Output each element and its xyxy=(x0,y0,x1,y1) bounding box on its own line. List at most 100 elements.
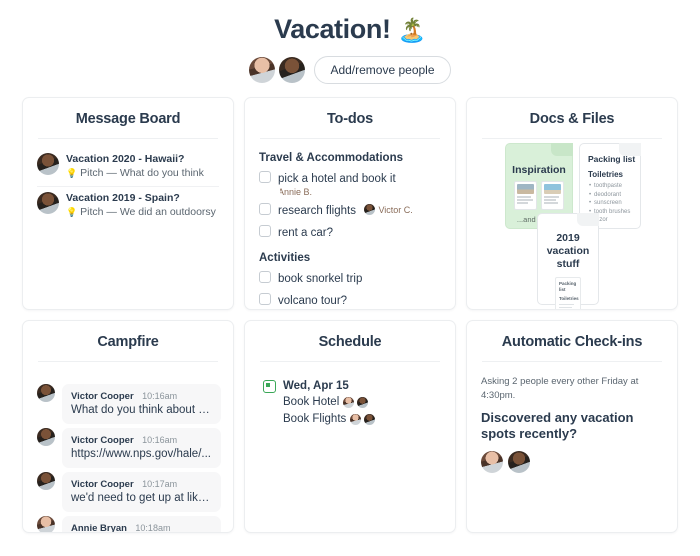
avatar xyxy=(364,204,376,216)
todo-assignee-name: Victor C. xyxy=(378,204,413,215)
list-item[interactable]: Annie Bryan 10:18am 😱 xyxy=(37,516,221,533)
todo-label: rent a car? xyxy=(278,227,333,239)
todo-item[interactable]: volcano tour? xyxy=(259,289,441,309)
schedule-day: Wed, Apr 15 Book Hotel Book Flights xyxy=(259,371,441,428)
list-item[interactable]: Victor Cooper 10:17am we'd need to get u… xyxy=(37,472,221,512)
lightbulb-icon: 💡 xyxy=(66,168,78,178)
header-actions: Add/remove people xyxy=(0,56,700,84)
card-automatic-check-ins[interactable]: Automatic Check-ins Asking 2 people ever… xyxy=(466,320,678,533)
avatar[interactable] xyxy=(249,57,276,83)
message-bubble: Victor Cooper 10:17am we'd need to get u… xyxy=(62,472,221,512)
card-schedule[interactable]: Schedule Wed, Apr 15 Book Hotel Book Fli… xyxy=(244,320,456,533)
lightbulb-icon: 💡 xyxy=(66,207,78,217)
folder-name: 2019 vacation stuff xyxy=(546,232,590,270)
check-ins-avatars xyxy=(481,451,663,473)
card-message-board[interactable]: Message Board Vacation 2020 - Hawaii? 💡 … xyxy=(22,97,234,310)
list-item: razor xyxy=(589,216,640,225)
schedule-date: Wed, Apr 15 xyxy=(283,380,349,392)
message-author: Victor Cooper xyxy=(71,391,134,402)
card-campfire[interactable]: Campfire Victor Cooper 10:16am What do y… xyxy=(22,320,234,533)
avatar xyxy=(508,451,530,473)
card-title: Schedule xyxy=(318,334,382,350)
todo-item[interactable]: rent a car? xyxy=(259,221,441,243)
message-time: 10:16am xyxy=(142,435,178,445)
message-author: Victor Cooper xyxy=(71,479,134,490)
schedule-body: Wed, Apr 15 Book Hotel Book Flights xyxy=(245,362,455,428)
message-text: we'd need to get up at like ... xyxy=(71,492,212,504)
card-title: Automatic Check-ins xyxy=(501,334,643,350)
page-title-text: Vacation! xyxy=(274,14,391,44)
add-remove-people-button[interactable]: Add/remove people xyxy=(314,56,451,84)
list-item: sunscreen xyxy=(589,199,640,208)
avatar[interactable] xyxy=(279,57,306,83)
page-header: Vacation! 🏝️ Add/remove people xyxy=(0,0,700,84)
avatar xyxy=(37,384,55,402)
message-author: Victor Cooper xyxy=(71,435,134,446)
calendar-icon xyxy=(263,380,276,393)
todo-assignee-name: Annie B. xyxy=(278,187,313,197)
schedule-event-attendees xyxy=(343,397,369,408)
schedule-event[interactable]: Book Hotel xyxy=(283,394,375,411)
campfire-messages: Victor Cooper 10:16am What do you think … xyxy=(23,362,233,533)
card-grid: Message Board Vacation 2020 - Hawaii? 💡 … xyxy=(22,97,678,533)
todo-item[interactable]: pick a hotel and book it Annie B. xyxy=(259,167,441,199)
avatar xyxy=(37,516,55,532)
card-docs-files[interactable]: Docs & Files Inspiration ...and Packing … xyxy=(466,97,678,310)
avatar xyxy=(357,397,369,408)
thumbnail-image xyxy=(544,184,561,194)
list-item: deodorant xyxy=(589,191,640,200)
card-title: Message Board xyxy=(75,111,181,127)
card-todos[interactable]: To-dos Travel & Accommodations pick a ho… xyxy=(244,97,456,310)
card-title: To-dos xyxy=(326,111,374,127)
message-meta: Victor Cooper 10:17am xyxy=(71,477,212,491)
thumbnail xyxy=(541,181,564,210)
avatar xyxy=(350,414,362,425)
folder-2019-vacation-stuff[interactable]: 2019 vacation stuff Packing list Toiletr… xyxy=(537,213,599,309)
avatar xyxy=(37,192,59,214)
thumbnail-image xyxy=(517,184,534,194)
message-subtitle-text: Pitch — What do you think xyxy=(80,167,204,179)
list-item[interactable]: Vacation 2020 - Hawaii? 💡 Pitch — What d… xyxy=(37,148,219,186)
thumbnail-lines xyxy=(517,196,534,204)
avatar xyxy=(343,397,355,408)
folder-preview-card: Packing list Toiletries xyxy=(555,277,581,309)
checkbox[interactable] xyxy=(259,171,271,183)
message-board-list: Vacation 2020 - Hawaii? 💡 Pitch — What d… xyxy=(23,139,233,225)
checkbox[interactable] xyxy=(259,271,271,283)
check-ins-schedule-text: Asking 2 people every other Friday at 4:… xyxy=(481,376,639,401)
schedule-event[interactable]: Book Flights xyxy=(283,411,376,428)
packing-list-section: Toiletries xyxy=(588,170,623,179)
people-avatar-group[interactable] xyxy=(249,57,306,83)
avatar xyxy=(37,428,55,446)
schedule-event-name: Book Hotel xyxy=(283,396,340,408)
preview-subtitle: Toiletries xyxy=(559,296,579,301)
todo-label: pick a hotel and book it xyxy=(278,173,396,185)
list-item[interactable]: Victor Cooper 10:16am https://www.nps.go… xyxy=(37,428,221,468)
list-item[interactable]: Victor Cooper 10:16am What do you think … xyxy=(37,384,221,424)
checkbox[interactable] xyxy=(259,225,271,237)
checkbox[interactable] xyxy=(259,203,271,215)
message-text: https://www.nps.gov/hale/... xyxy=(71,448,211,460)
avatar xyxy=(37,153,59,175)
message-meta: Annie Bryan 10:18am xyxy=(71,521,212,533)
message-meta: Victor Cooper 10:16am xyxy=(71,433,212,447)
message-title: Vacation 2020 - Hawaii? xyxy=(66,153,185,165)
message-subtitle: 💡 Pitch — We did an outdoorsy xyxy=(66,205,216,219)
palm-island-icon: 🏝️ xyxy=(397,17,427,43)
page-title: Vacation! 🏝️ xyxy=(0,12,700,47)
todo-label: book snorkel trip xyxy=(278,273,363,285)
check-ins-body: Asking 2 people every other Friday at 4:… xyxy=(467,362,677,473)
message-title: Vacation 2019 - Spain? xyxy=(66,192,180,204)
todo-item[interactable]: research flights Victor C. xyxy=(259,199,441,221)
message-time: 10:18am xyxy=(135,523,171,533)
list-item[interactable]: Vacation 2019 - Spain? 💡 Pitch — We did … xyxy=(37,186,219,225)
checkbox[interactable] xyxy=(259,293,271,305)
folder-name: Inspiration xyxy=(512,164,566,176)
schedule-event-attendees xyxy=(350,414,376,425)
list-item: toothpaste xyxy=(589,182,640,191)
message-subtitle-text: Pitch — We did an outdoorsy xyxy=(80,206,216,218)
todo-item[interactable]: book snorkel trip xyxy=(259,267,441,289)
message-meta: Victor Cooper 10:16am xyxy=(71,389,212,403)
check-ins-question: Discovered any vacation spots recently? xyxy=(481,410,634,441)
folder-tab-icon xyxy=(551,143,573,156)
